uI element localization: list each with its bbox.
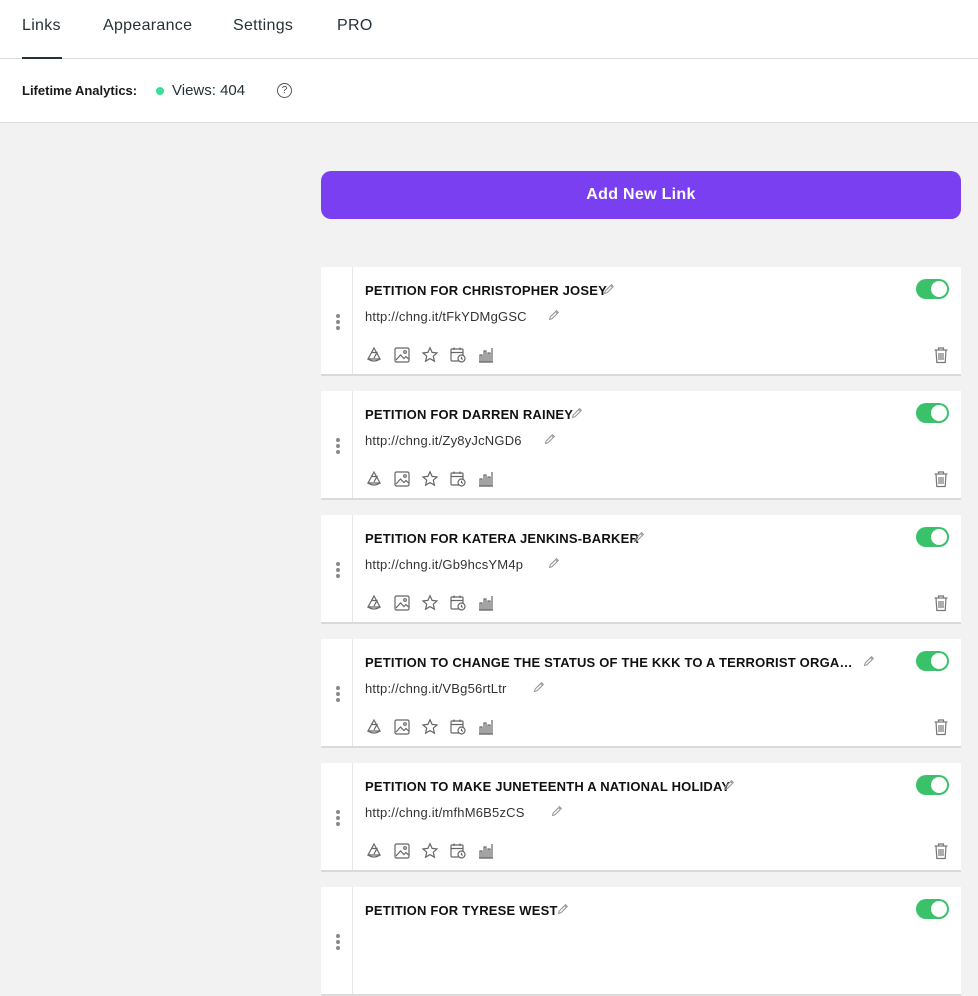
animation-icon[interactable] bbox=[365, 594, 383, 612]
image-icon[interactable] bbox=[393, 346, 411, 364]
add-new-link-button[interactable]: Add New Link bbox=[321, 171, 961, 219]
trash-icon[interactable] bbox=[933, 842, 949, 860]
image-icon[interactable] bbox=[393, 594, 411, 612]
tab-links[interactable]: Links bbox=[22, 17, 62, 59]
link-title[interactable]: PETITION TO CHANGE THE STATUS OF THE KKK… bbox=[365, 655, 855, 670]
link-title[interactable]: PETITION FOR TYRESE WEST bbox=[365, 903, 558, 918]
views-count: Views: 404 bbox=[172, 82, 246, 99]
top-navigation: Links Appearance Settings PRO bbox=[0, 0, 978, 59]
link-card: PETITION FOR KATERA JENKINS-BARKER http:… bbox=[321, 515, 961, 624]
link-url[interactable]: http://chng.it/tFkYDMgGSC bbox=[365, 309, 527, 324]
link-title[interactable]: PETITION FOR DARREN RAINEY bbox=[365, 407, 573, 422]
image-icon[interactable] bbox=[393, 718, 411, 736]
edit-url-icon[interactable] bbox=[544, 433, 556, 445]
edit-title-icon[interactable] bbox=[633, 531, 645, 543]
edit-title-icon[interactable] bbox=[557, 903, 569, 915]
drag-handle-icon[interactable] bbox=[321, 515, 353, 622]
link-enabled-toggle[interactable] bbox=[916, 899, 949, 919]
analytics-label: Lifetime Analytics: bbox=[22, 83, 138, 98]
image-icon[interactable] bbox=[393, 842, 411, 860]
edit-title-icon[interactable] bbox=[723, 779, 735, 791]
animation-icon[interactable] bbox=[365, 470, 383, 488]
link-enabled-toggle[interactable] bbox=[916, 775, 949, 795]
link-url[interactable]: http://chng.it/VBg56rtLtr bbox=[365, 681, 507, 696]
edit-url-icon[interactable] bbox=[548, 557, 560, 569]
animation-icon[interactable] bbox=[365, 842, 383, 860]
analytics-icon[interactable] bbox=[477, 842, 495, 860]
link-card: PETITION TO CHANGE THE STATUS OF THE KKK… bbox=[321, 639, 961, 748]
edit-url-icon[interactable] bbox=[548, 309, 560, 321]
star-icon[interactable] bbox=[421, 718, 439, 736]
trash-icon[interactable] bbox=[933, 470, 949, 488]
star-icon[interactable] bbox=[421, 594, 439, 612]
link-title[interactable]: PETITION FOR KATERA JENKINS-BARKER bbox=[365, 531, 639, 546]
link-card: PETITION FOR TYRESE WEST bbox=[321, 887, 961, 996]
tab-settings[interactable]: Settings bbox=[233, 17, 293, 59]
drag-handle-icon[interactable] bbox=[321, 763, 353, 870]
drag-handle-icon[interactable] bbox=[321, 639, 353, 746]
tab-pro[interactable]: PRO bbox=[337, 17, 373, 59]
analytics-icon[interactable] bbox=[477, 594, 495, 612]
schedule-icon[interactable] bbox=[449, 346, 467, 364]
schedule-icon[interactable] bbox=[449, 842, 467, 860]
schedule-icon[interactable] bbox=[449, 718, 467, 736]
link-url[interactable]: http://chng.it/Gb9hcsYM4p bbox=[365, 557, 523, 572]
trash-icon[interactable] bbox=[933, 594, 949, 612]
edit-title-icon[interactable] bbox=[603, 283, 615, 295]
status-dot bbox=[156, 87, 164, 95]
animation-icon[interactable] bbox=[365, 718, 383, 736]
link-card: PETITION FOR DARREN RAINEY http://chng.i… bbox=[321, 391, 961, 500]
link-title[interactable]: PETITION FOR CHRISTOPHER JOSEY bbox=[365, 283, 607, 298]
tab-appearance[interactable]: Appearance bbox=[103, 17, 192, 59]
link-url[interactable]: http://chng.it/Zy8yJcNGD6 bbox=[365, 433, 522, 448]
link-card: PETITION TO MAKE JUNETEENTH A NATIONAL H… bbox=[321, 763, 961, 872]
trash-icon[interactable] bbox=[933, 346, 949, 364]
edit-url-icon[interactable] bbox=[533, 681, 545, 693]
schedule-icon[interactable] bbox=[449, 470, 467, 488]
link-card: PETITION FOR CHRISTOPHER JOSEY http://ch… bbox=[321, 267, 961, 376]
analytics-icon[interactable] bbox=[477, 470, 495, 488]
image-icon[interactable] bbox=[393, 470, 411, 488]
link-enabled-toggle[interactable] bbox=[916, 527, 949, 547]
analytics-icon[interactable] bbox=[477, 718, 495, 736]
link-enabled-toggle[interactable] bbox=[916, 651, 949, 671]
edit-title-icon[interactable] bbox=[863, 655, 875, 667]
trash-icon[interactable] bbox=[933, 718, 949, 736]
help-icon[interactable]: ? bbox=[277, 83, 292, 98]
drag-handle-icon[interactable] bbox=[321, 887, 353, 994]
star-icon[interactable] bbox=[421, 470, 439, 488]
star-icon[interactable] bbox=[421, 346, 439, 364]
analytics-icon[interactable] bbox=[477, 346, 495, 364]
star-icon[interactable] bbox=[421, 842, 439, 860]
link-enabled-toggle[interactable] bbox=[916, 279, 949, 299]
edit-url-icon[interactable] bbox=[551, 805, 563, 817]
drag-handle-icon[interactable] bbox=[321, 391, 353, 498]
animation-icon[interactable] bbox=[365, 346, 383, 364]
schedule-icon[interactable] bbox=[449, 594, 467, 612]
edit-title-icon[interactable] bbox=[571, 407, 583, 419]
link-title[interactable]: PETITION TO MAKE JUNETEENTH A NATIONAL H… bbox=[365, 779, 730, 794]
link-url[interactable]: http://chng.it/mfhM6B5zCS bbox=[365, 805, 525, 820]
link-enabled-toggle[interactable] bbox=[916, 403, 949, 423]
analytics-bar: Lifetime Analytics: Views: 404 ? bbox=[0, 59, 978, 123]
drag-handle-icon[interactable] bbox=[321, 267, 353, 374]
